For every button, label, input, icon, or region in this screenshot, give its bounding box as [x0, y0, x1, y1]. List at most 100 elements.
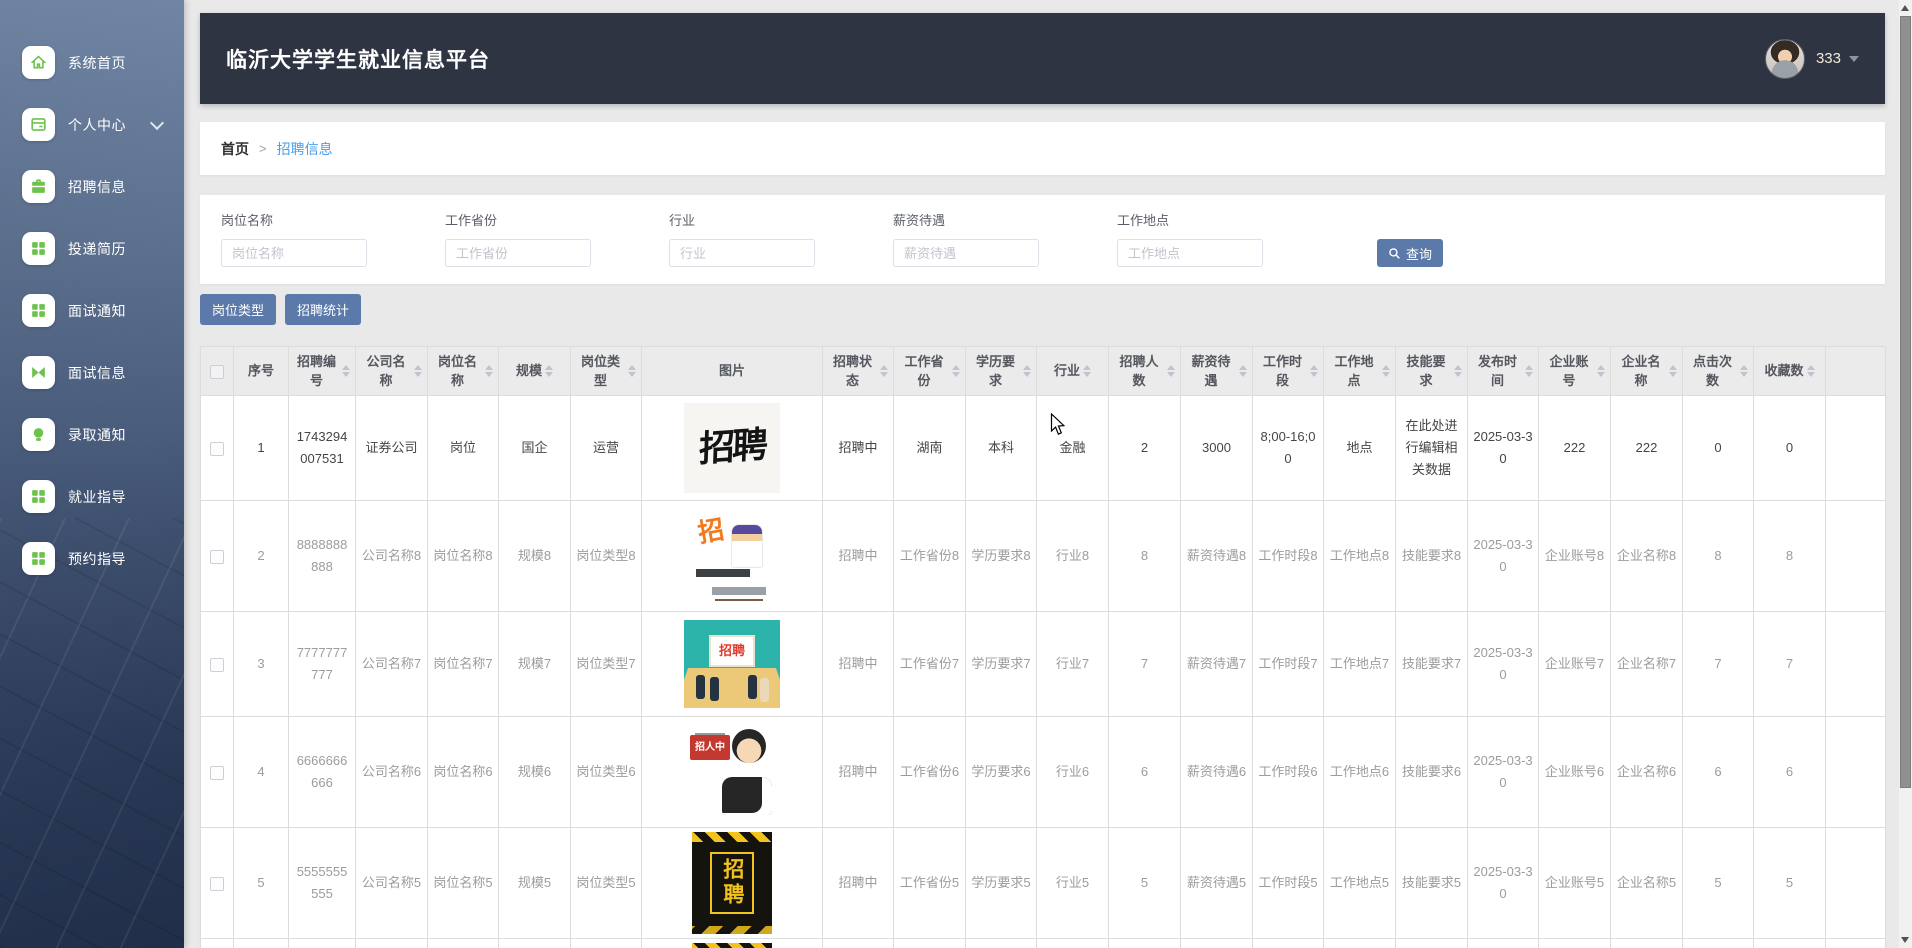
job-image: 招人中: [686, 721, 778, 823]
column-header[interactable]: 招聘状态: [822, 346, 894, 396]
sidebar-item-8[interactable]: 就业指导: [22, 474, 184, 519]
table-cell: 招聘中: [822, 500, 894, 612]
row-checkbox[interactable]: [210, 441, 224, 456]
table-cell: 规模5: [498, 827, 571, 939]
column-header[interactable]: 薪资待遇: [1180, 346, 1253, 396]
filter-input-2[interactable]: [445, 239, 591, 267]
sort-caret-icon[interactable]: [1239, 365, 1247, 377]
sort-caret-icon[interactable]: [952, 365, 960, 377]
sort-caret-icon[interactable]: [1454, 365, 1462, 377]
avatar[interactable]: [1764, 38, 1805, 79]
table-cell: 6666666666: [288, 716, 356, 828]
sidebar-item-2[interactable]: 个人中心: [22, 102, 184, 147]
page-scrollbar[interactable]: [1899, 0, 1912, 948]
sort-caret-icon[interactable]: [1525, 365, 1533, 377]
column-header-label: 工作地点: [1334, 353, 1374, 389]
filter-input-1[interactable]: [221, 239, 367, 267]
column-header[interactable]: 招聘人数: [1108, 346, 1181, 396]
table-cell: 岗位类型5: [570, 827, 642, 939]
sort-caret-icon[interactable]: [485, 365, 493, 377]
column-header[interactable]: 企业账号: [1538, 346, 1611, 396]
sidebar-item-7[interactable]: 录取通知: [22, 412, 184, 457]
scrollbar-thumb[interactable]: [1900, 16, 1911, 788]
table-cell: 公司名称8: [355, 500, 428, 612]
column-header-label: 企业名称: [1621, 353, 1661, 389]
sort-caret-icon[interactable]: [1083, 365, 1091, 377]
table-cell: 行业6: [1036, 716, 1109, 828]
sidebar-item-5[interactable]: 面试通知: [22, 288, 184, 333]
job-type-button[interactable]: 岗位类型: [200, 294, 277, 325]
sort-caret-icon[interactable]: [1310, 365, 1318, 377]
grid-icon: [22, 232, 55, 265]
sidebar-item-9[interactable]: 预约指导: [22, 536, 184, 581]
search-button[interactable]: 查询: [1377, 239, 1444, 267]
sort-caret-icon[interactable]: [414, 365, 422, 377]
filter-panel: 岗位名称 工作省份 行业 薪资待遇 工作地点 查询: [200, 195, 1885, 284]
select-all-checkbox[interactable]: [210, 364, 224, 379]
sidebar-item-6[interactable]: 面试信息: [22, 350, 184, 395]
sort-caret-icon[interactable]: [1597, 365, 1605, 377]
bulb-icon: [22, 418, 55, 451]
table-cell: 规模6: [498, 716, 571, 828]
column-header[interactable]: 工作省份: [893, 346, 966, 396]
column-header[interactable]: 发布时间: [1467, 346, 1539, 396]
table-cell: [893, 938, 966, 948]
table-cell: [427, 938, 499, 948]
user-menu[interactable]: 333: [1764, 38, 1859, 79]
table-cell: [570, 938, 642, 948]
sort-caret-icon[interactable]: [1382, 365, 1390, 377]
sort-caret-icon[interactable]: [1023, 365, 1031, 377]
column-header-label: 发布时间: [1477, 353, 1517, 389]
sort-caret-icon[interactable]: [342, 365, 350, 377]
column-header[interactable]: 公司名称: [355, 346, 428, 396]
column-header[interactable]: 工作地点: [1323, 346, 1396, 396]
row-checkbox[interactable]: [210, 765, 224, 780]
sort-caret-icon[interactable]: [545, 365, 553, 377]
sidebar-item-4[interactable]: 投递简历: [22, 226, 184, 271]
column-header[interactable]: 岗位名称: [427, 346, 499, 396]
filter-input-5[interactable]: [1117, 239, 1263, 267]
filter-fields: 岗位名称 工作省份 行业 薪资待遇 工作地点: [221, 210, 1341, 267]
scrollbar-up-arrow-icon[interactable]: [1901, 5, 1909, 11]
sort-caret-icon[interactable]: [628, 365, 636, 377]
column-header[interactable]: 企业名称: [1610, 346, 1683, 396]
sidebar-item-3[interactable]: 招聘信息: [22, 164, 184, 209]
column-header[interactable]: 规模: [498, 346, 571, 396]
filter-input-3[interactable]: [669, 239, 815, 267]
recruit-stats-button[interactable]: 招聘统计: [285, 294, 362, 325]
column-header[interactable]: 岗位类型: [570, 346, 642, 396]
table-cell: 岗位类型6: [570, 716, 642, 828]
sort-caret-icon[interactable]: [1806, 365, 1815, 377]
row-checkbox[interactable]: [210, 876, 224, 891]
sort-caret-icon[interactable]: [1740, 365, 1748, 377]
table-cell: 5: [1108, 827, 1181, 939]
column-header[interactable]: 招聘编号: [288, 346, 356, 396]
column-header[interactable]: 学历要求: [965, 346, 1037, 396]
column-header[interactable]: 点击次数: [1682, 346, 1754, 396]
sort-caret-icon[interactable]: [1167, 365, 1175, 377]
column-header[interactable]: 技能要求: [1395, 346, 1468, 396]
column-header[interactable]: 工作时段: [1252, 346, 1324, 396]
table-cell: 企业账号5: [1538, 827, 1611, 939]
row-checkbox[interactable]: [210, 549, 224, 564]
column-header[interactable]: 收藏数: [1753, 346, 1826, 396]
table-cell: 薪资待遇6: [1180, 716, 1253, 828]
table-cell: 行业5: [1036, 827, 1109, 939]
filter-input-4[interactable]: [893, 239, 1039, 267]
sidebar-item-label: 招聘信息: [68, 178, 126, 195]
scrollbar-down-arrow-icon[interactable]: [1901, 937, 1909, 943]
table-cell: 招聘中: [822, 611, 894, 717]
sort-caret-icon[interactable]: [880, 365, 888, 377]
row-checkbox[interactable]: [210, 657, 224, 672]
table-cell: 学历要求5: [965, 827, 1037, 939]
table-cell: [1753, 938, 1826, 948]
table-cell: 工作时段5: [1252, 827, 1324, 939]
main-area: 临沂大学学生就业信息平台 333 首页 > 招聘信息 岗位名称工作省份行业薪资待…: [184, 0, 1899, 948]
table-cell: 8: [1682, 500, 1754, 612]
breadcrumb-home[interactable]: 首页: [221, 139, 249, 159]
sidebar-item-1[interactable]: 系统首页: [22, 40, 184, 85]
column-header[interactable]: 行业: [1036, 346, 1109, 396]
table-cell: 工作时段8: [1252, 500, 1324, 612]
sort-caret-icon[interactable]: [1669, 365, 1677, 377]
breadcrumb-current[interactable]: 招聘信息: [277, 139, 333, 159]
